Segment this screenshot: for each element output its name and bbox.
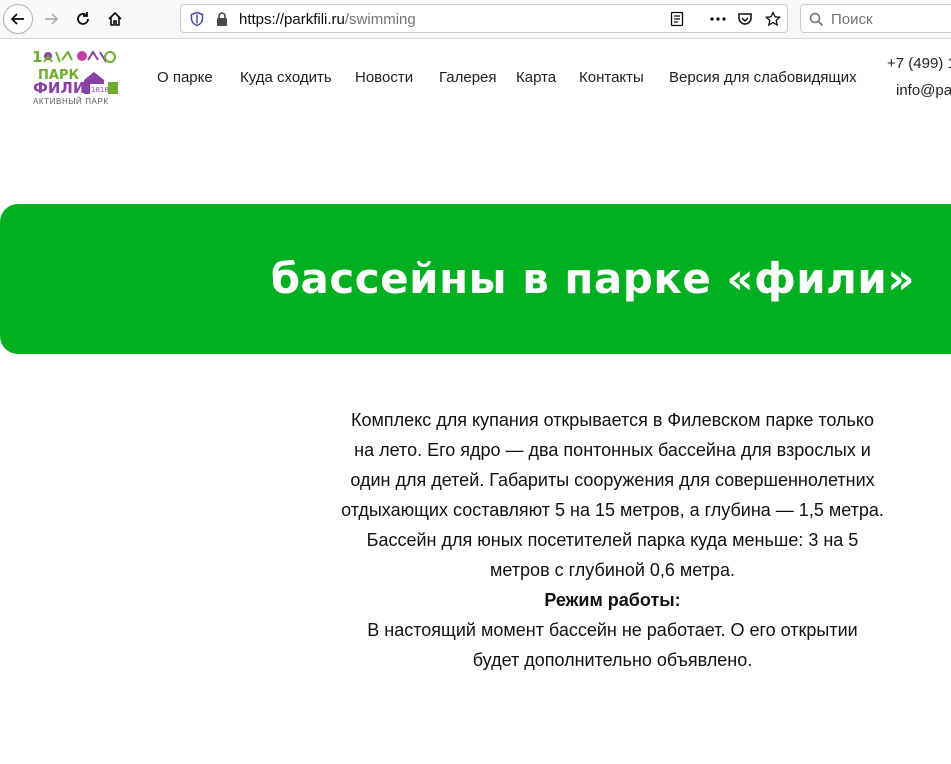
url-text[interactable]: https://parkfili.ru/swimming [239, 11, 416, 28]
search-icon [809, 12, 824, 27]
nav-item-where-to-go[interactable]: Куда сходить [240, 69, 332, 86]
nav-item-about[interactable]: О парке [157, 69, 213, 86]
url-host: https://parkfili.ru [239, 11, 345, 28]
pocket-icon[interactable] [737, 11, 753, 27]
lock-icon[interactable] [215, 11, 229, 27]
search-bar[interactable]: Поиск [800, 4, 951, 33]
page-content: Комплекс для купания открывается в Филев… [330, 405, 895, 675]
description-line: отдыхающих составляют 5 на 15 метров, а … [341, 500, 884, 520]
url-bar[interactable]: https://parkfili.ru/swimming [180, 4, 788, 33]
search-placeholder: Поиск [831, 11, 873, 28]
reader-view-icon[interactable] [669, 11, 685, 27]
forward-button[interactable] [36, 4, 66, 34]
working-hours-label: Режим работы: [544, 590, 681, 610]
page-title: бассейны в парке «фили» [270, 254, 915, 303]
nav-item-map[interactable]: Карта [516, 69, 556, 86]
arrow-left-icon [10, 13, 24, 25]
reload-button[interactable] [68, 4, 98, 34]
bookmark-star-icon[interactable] [765, 11, 781, 27]
logo-word-fili: ФИЛИ [33, 79, 85, 97]
nav-item-contacts[interactable]: Контакты [579, 69, 644, 86]
working-hours-line: будет дополнительно объявлено. [472, 650, 753, 670]
back-button[interactable] [3, 4, 33, 34]
logo-graphic: 1 ПАРК ФИЛИ 1818 [32, 48, 118, 97]
more-actions-icon[interactable] [709, 11, 727, 27]
description-line: на лето. Его ядро — два понтонных бассей… [354, 440, 871, 460]
browser-toolbar: https://parkfili.ru/swimming Поиск [0, 0, 951, 39]
nav-item-accessible-version[interactable]: Версия для слабовидящих [669, 69, 857, 86]
header-email[interactable]: info@pa [896, 82, 951, 99]
header-phone[interactable]: +7 (499) 1 [887, 55, 951, 72]
working-hours-line: В настоящий момент бассейн не работает. … [367, 620, 858, 640]
description-line: метров с глубиной 0,6 метра. [490, 560, 735, 580]
home-button[interactable] [100, 4, 130, 34]
svg-text:1: 1 [32, 48, 42, 66]
description-line: Комплекс для купания открывается в Филев… [351, 410, 874, 430]
logo-badge-year: 1818 [91, 86, 109, 94]
description-line: Бассейн для юных посетителей парка куда … [366, 530, 859, 550]
home-icon [108, 11, 122, 26]
nav-item-gallery[interactable]: Галерея [439, 69, 497, 86]
hero-banner: бассейны в парке «фили» [0, 204, 951, 354]
logo-tagline: АКТИВНЫЙ ПАРК [33, 97, 109, 106]
tracking-shield-icon[interactable] [189, 11, 205, 27]
arrow-right-icon [45, 13, 59, 25]
nav-item-news[interactable]: Новости [355, 69, 413, 86]
reload-icon [77, 12, 89, 25]
url-path: /swimming [344, 11, 416, 28]
description-line: один для детей. Габариты сооружения для … [350, 470, 875, 490]
